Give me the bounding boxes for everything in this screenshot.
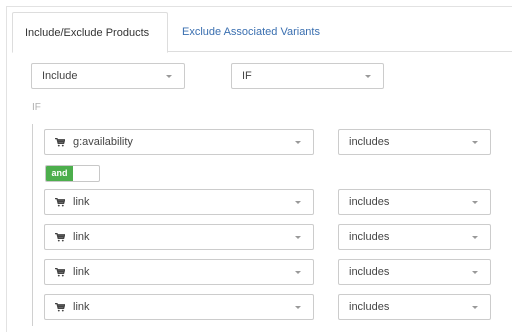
rule-operator-select[interactable]: includes <box>338 129 491 155</box>
rule-field-value: link <box>73 266 90 278</box>
tab-bar: Include/Exclude Products Exclude Associa… <box>12 12 512 53</box>
logic-value: IF <box>242 70 252 82</box>
rule-operator-value: includes <box>349 266 390 278</box>
condition-label: IF <box>32 102 41 113</box>
cart-icon <box>55 233 65 242</box>
rule-operator-select[interactable]: includes <box>338 224 491 250</box>
include-mode-select[interactable]: Include <box>31 63 185 89</box>
chevron-down-icon <box>295 271 301 274</box>
rule-operator-select[interactable]: includes <box>338 259 491 285</box>
rule-operator-select[interactable]: includes <box>338 294 491 320</box>
include-mode-value: Include <box>42 70 78 82</box>
rule-field-select[interactable]: link <box>44 294 314 320</box>
rule-operator-value: includes <box>349 136 390 148</box>
chevron-down-icon <box>472 236 478 239</box>
and-or-toggle[interactable]: and <box>45 165 100 182</box>
cart-icon <box>55 138 65 147</box>
rule-field-select[interactable]: link <box>44 259 314 285</box>
rule-operator-value: includes <box>349 196 390 208</box>
chevron-down-icon <box>472 306 478 309</box>
tab-include-exclude-products[interactable]: Include/Exclude Products <box>12 12 168 53</box>
chevron-down-icon <box>472 141 478 144</box>
rule-field-value: g:availability <box>73 136 133 148</box>
cart-icon <box>55 198 65 207</box>
rule-field-value: link <box>73 231 90 243</box>
cart-icon <box>55 268 65 277</box>
rule-field-value: link <box>73 301 90 313</box>
rule-operator-value: includes <box>349 301 390 313</box>
chevron-down-icon <box>365 75 371 78</box>
rule-field-value: link <box>73 196 90 208</box>
chevron-down-icon <box>472 271 478 274</box>
and-toggle-label: and <box>46 166 73 181</box>
logic-select[interactable]: IF <box>231 63 384 89</box>
chevron-down-icon <box>472 201 478 204</box>
rule-field-select[interactable]: link <box>44 224 314 250</box>
chevron-down-icon <box>295 141 301 144</box>
condition-group-rail <box>32 124 33 326</box>
rule-operator-value: includes <box>349 231 390 243</box>
chevron-down-icon <box>166 75 172 78</box>
tab-exclude-associated-variants[interactable]: Exclude Associated Variants <box>170 12 332 53</box>
rule-field-select[interactable]: g:availability <box>44 129 314 155</box>
rule-operator-select[interactable]: includes <box>338 189 491 215</box>
chevron-down-icon <box>295 201 301 204</box>
chevron-down-icon <box>295 236 301 239</box>
rule-field-select[interactable]: link <box>44 189 314 215</box>
chevron-down-icon <box>295 306 301 309</box>
cart-icon <box>55 303 65 312</box>
